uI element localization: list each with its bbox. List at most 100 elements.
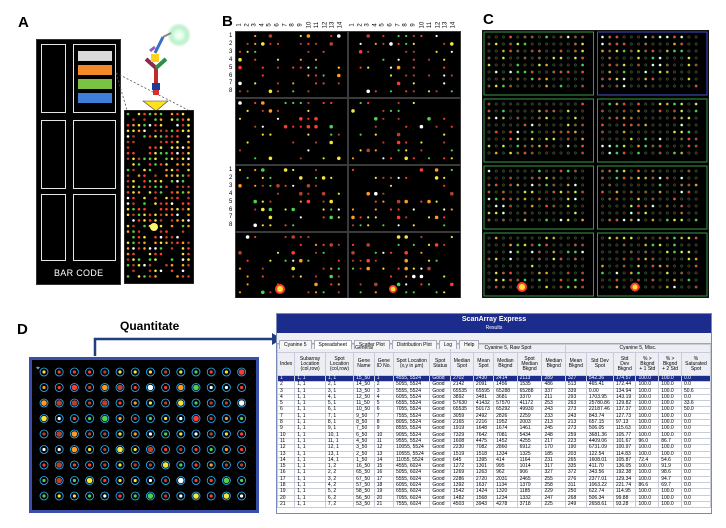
column-header[interactable]: Spot Median Bkgnd [516, 352, 543, 376]
quant-spot [57, 385, 61, 390]
quant-spot [224, 463, 228, 467]
quant-spot [86, 477, 93, 484]
quant-spot [194, 478, 198, 483]
column-header[interactable]: Median Spot [450, 352, 474, 376]
tab-help[interactable]: Help [459, 340, 480, 349]
quant-spot [56, 400, 62, 406]
quant-spot [179, 494, 183, 498]
quant-spot [240, 416, 244, 421]
quant-spot [88, 463, 92, 467]
quant-spot [71, 400, 78, 406]
quant-spot [42, 494, 46, 498]
quant-spot [209, 463, 213, 467]
quant-spot [56, 462, 62, 468]
quant-spot [103, 370, 107, 374]
quant-spot [148, 401, 152, 405]
column-header[interactable]: Subarray Location (col,row) [294, 352, 326, 376]
quant-spot [57, 447, 61, 452]
quant-spot [147, 446, 154, 453]
quant-spot [209, 432, 213, 436]
column-header[interactable]: Spot Location (x,y in µm) [392, 352, 431, 376]
results-table: General Cyanine 5, Raw Spot Cyanine 5, Mis… [277, 344, 711, 509]
quant-spot [148, 370, 152, 374]
quant-spot [240, 385, 244, 390]
quant-spot [240, 478, 244, 483]
quant-spot [164, 478, 168, 483]
quant-spot [102, 384, 108, 391]
quant-spot [179, 416, 183, 421]
quant-spot [103, 447, 107, 452]
quant-spot [133, 385, 137, 390]
quant-spot [194, 432, 198, 436]
column-header[interactable]: Gene ID No. [373, 352, 394, 376]
quant-spot [164, 494, 168, 498]
quant-spot [88, 447, 92, 452]
tab-cyanine-5[interactable]: Cyanine 5 [279, 340, 312, 349]
sheet-title: ScanArray Express [461, 316, 527, 323]
table-cell: 4503 [450, 500, 474, 509]
quant-spot [133, 478, 137, 483]
column-header[interactable]: Spot Location (col,row) [324, 352, 355, 376]
quant-spot [178, 400, 184, 406]
column-header[interactable]: Gene Name [353, 352, 375, 376]
column-header[interactable]: Std Dev Spot [585, 352, 614, 376]
quant-spot [117, 384, 123, 391]
quant-spot [42, 478, 46, 483]
quant-spot [194, 401, 198, 405]
quant-spot [240, 463, 244, 467]
quant-spot [72, 478, 76, 483]
table-cell: 100.0 [658, 500, 682, 509]
table-cell: 2658.61 [585, 500, 614, 509]
quant-spot [133, 447, 137, 452]
quant-spot [118, 370, 122, 374]
column-header[interactable]: % Saturated Spot [680, 352, 711, 376]
quant-spot [193, 415, 199, 422]
table-cell: 0.0 [680, 500, 711, 509]
column-header[interactable]: Median Bkgnd [541, 352, 566, 376]
column-header[interactable]: Spot Status [429, 352, 452, 376]
column-header[interactable]: Median Bkgnd [493, 352, 518, 376]
column-header[interactable]: Index [277, 352, 296, 376]
quant-spot [179, 432, 183, 436]
quant-spot [164, 370, 168, 374]
table-cell: 4278 [493, 500, 518, 509]
quant-spot [118, 432, 122, 436]
tab-log[interactable]: Log [438, 340, 458, 349]
quant-spot [103, 494, 107, 498]
quant-spot [42, 432, 46, 436]
table-row[interactable]: 21 1, 1 7, 2 53_50 21 7555, 6024 Good 4503 3943 4… [277, 500, 711, 509]
column-header[interactable]: % > Bkgnd + 2 Std [658, 352, 682, 376]
quant-spot [133, 494, 137, 498]
column-header[interactable]: % > Bkgnd + 1 Std [635, 352, 660, 376]
results-spreadsheet: ScanArray Express Results Cyanine 5 Sprea… [276, 313, 712, 514]
quant-spot [194, 463, 198, 467]
quant-spot [56, 431, 62, 437]
quant-spot [118, 463, 122, 467]
quant-spot [42, 385, 46, 390]
quant-spot [103, 463, 107, 467]
quant-spot [224, 401, 228, 405]
table-cell: 21 [277, 500, 296, 509]
quant-spot [133, 416, 137, 421]
quant-spot [102, 400, 108, 406]
quant-spot [209, 416, 213, 421]
column-header[interactable]: Mean Bkgnd [564, 352, 587, 376]
quant-spot [178, 384, 184, 391]
quant-spot [118, 478, 122, 483]
sheet-subtitle: Results [485, 325, 503, 331]
tab-distribution-plot[interactable]: Distribution Plot [391, 340, 437, 349]
quant-spot [72, 494, 76, 498]
column-header[interactable]: Mean Spot [472, 352, 495, 376]
quant-spot [57, 494, 61, 498]
quant-spot [209, 370, 213, 374]
quant-spot [71, 431, 78, 437]
tab-spreadsheet[interactable]: Spreadsheet [313, 340, 352, 349]
quant-spot [164, 385, 168, 390]
column-header[interactable]: Std Dev Bkgnd [612, 352, 637, 376]
quant-spot [41, 415, 47, 422]
quant-spot [88, 401, 92, 405]
quant-spot [164, 401, 168, 405]
table-cell: 3718 [516, 500, 543, 509]
quant-spot [194, 370, 198, 374]
quant-spot [72, 463, 76, 467]
